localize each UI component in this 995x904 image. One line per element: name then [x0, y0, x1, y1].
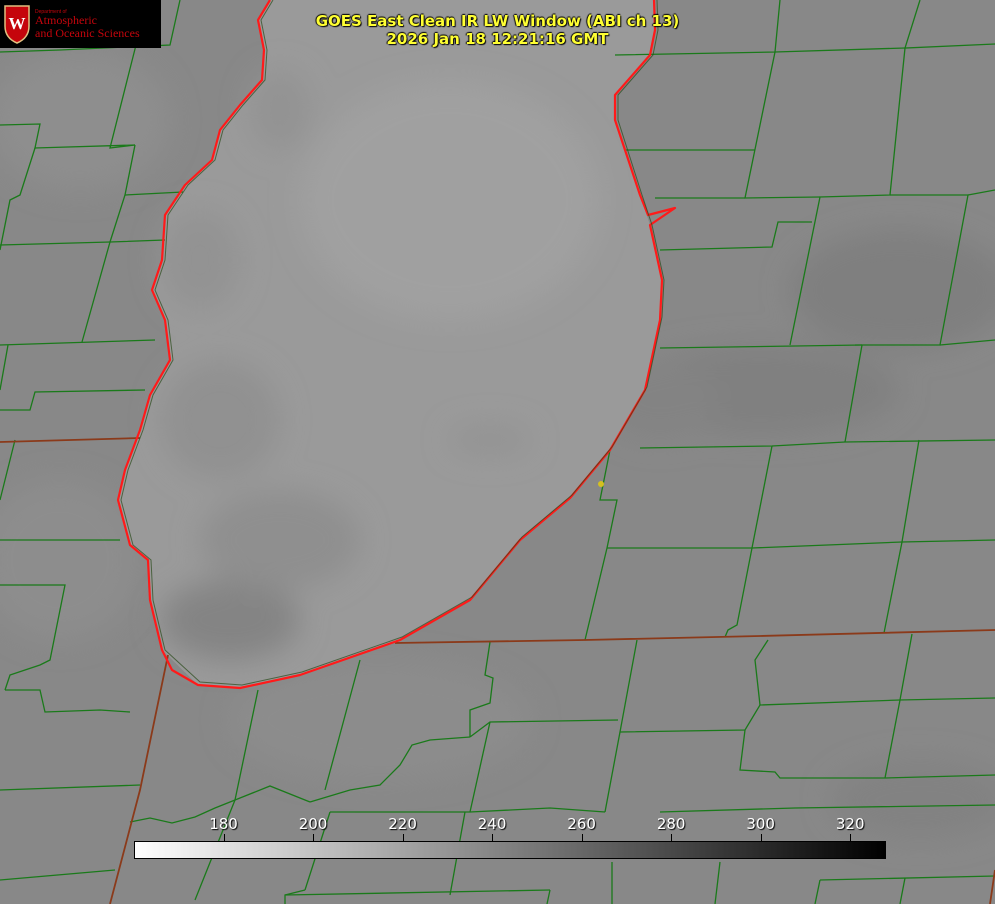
colorbar-tick-mark [492, 834, 493, 841]
colorbar-tick-label: 180 [209, 815, 238, 833]
colorbar-tick-mark [671, 834, 672, 841]
colorbar-tick-label: 240 [477, 815, 507, 833]
colorbar-tick-mark [224, 834, 225, 841]
colorbar-tick-mark [761, 834, 762, 841]
colorbar-tick-mark [582, 834, 583, 841]
image-title: GOES East Clean IR LW Window (ABI ch 13) [315, 12, 680, 30]
colorbar-tick-label: 260 [567, 815, 596, 833]
map-view: W Department of Atmospheric and Oceanic … [0, 0, 995, 904]
station-marker [598, 481, 604, 487]
colorbar-gradient [134, 841, 886, 859]
satellite-map [0, 0, 995, 904]
colorbar-tick-mark [850, 834, 851, 841]
colorbar-tick-label: 320 [835, 815, 865, 833]
image-timestamp: 2026 Jan 18 12:21:16 GMT [386, 30, 609, 48]
colorbar-tick-label: 220 [388, 815, 417, 833]
colorbar-tick-label: 280 [656, 815, 686, 833]
colorbar-tick-mark [313, 834, 314, 841]
colorbar-tick-label: 300 [746, 815, 775, 833]
colorbar-tick-label: 200 [298, 815, 328, 833]
colorbar-tick-mark [403, 834, 404, 841]
